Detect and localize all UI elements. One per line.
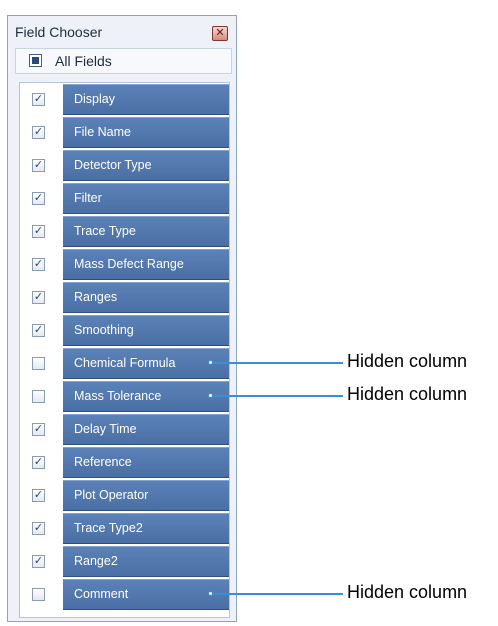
all-fields-label: All Fields [55, 53, 112, 69]
field-checkbox[interactable]: ✓ [32, 159, 45, 172]
field-row[interactable]: ✓ Trace Type [20, 215, 229, 248]
callout-line [212, 395, 343, 397]
field-row[interactable]: ✓ Plot Operator [20, 479, 229, 512]
field-label[interactable]: Trace Type [63, 216, 229, 247]
field-label[interactable]: Range2 [63, 546, 229, 577]
field-checkbox[interactable]: ✓ [32, 489, 45, 502]
field-row[interactable]: ✓ Mass Defect Range [20, 248, 229, 281]
all-fields-checkbox[interactable] [29, 54, 42, 67]
field-row[interactable]: ✓ Comment [20, 578, 229, 611]
field-row[interactable]: ✓ File Name [20, 116, 229, 149]
callout-label: Hidden column [347, 582, 468, 602]
callout-anchor [208, 360, 213, 365]
callout-label: Hidden column [347, 351, 468, 371]
field-row[interactable]: ✓ Detector Type [20, 149, 229, 182]
field-checkbox[interactable]: ✓ [32, 588, 45, 601]
field-checkbox[interactable]: ✓ [32, 258, 45, 271]
field-chooser-panel: Field Chooser ✕ All Fields ✓ Display ✓ File… [7, 15, 237, 622]
field-label[interactable]: Delay Time [63, 414, 229, 445]
field-row[interactable]: ✓ Display [20, 83, 229, 116]
callout-anchor [208, 591, 213, 596]
callout-line [212, 593, 343, 595]
panel-title: Field Chooser [15, 24, 103, 40]
callout-line [212, 362, 343, 364]
field-list: ✓ Display ✓ File Name ✓ Detector Type ✓ Filter ✓… [19, 82, 230, 618]
all-fields-row[interactable]: All Fields [15, 48, 232, 74]
field-label[interactable]: Display [63, 84, 229, 115]
field-label[interactable]: Plot Operator [63, 480, 229, 511]
callout-label: Hidden column [347, 384, 468, 404]
field-label[interactable]: Trace Type2 [63, 513, 229, 544]
field-label[interactable]: Detector Type [63, 150, 229, 181]
field-row[interactable]: ✓ Smoothing [20, 314, 229, 347]
field-checkbox[interactable]: ✓ [32, 423, 45, 436]
field-checkbox[interactable]: ✓ [32, 126, 45, 139]
field-checkbox[interactable]: ✓ [32, 291, 45, 304]
field-checkbox[interactable]: ✓ [32, 390, 45, 403]
field-checkbox[interactable]: ✓ [32, 93, 45, 106]
field-label[interactable]: Mass Defect Range [63, 249, 229, 280]
field-checkbox[interactable]: ✓ [32, 456, 45, 469]
field-checkbox[interactable]: ✓ [32, 357, 45, 370]
field-checkbox[interactable]: ✓ [32, 555, 45, 568]
close-icon[interactable]: ✕ [212, 26, 228, 41]
field-row[interactable]: ✓ Chemical Formula [20, 347, 229, 380]
field-label[interactable]: Reference [63, 447, 229, 478]
field-label[interactable]: Smoothing [63, 315, 229, 346]
field-checkbox[interactable]: ✓ [32, 522, 45, 535]
field-row[interactable]: ✓ Filter [20, 182, 229, 215]
field-label[interactable]: Mass Tolerance [63, 381, 229, 412]
field-row[interactable]: ✓ Reference [20, 446, 229, 479]
callout-anchor [208, 393, 213, 398]
field-row[interactable]: ✓ Delay Time [20, 413, 229, 446]
field-checkbox[interactable]: ✓ [32, 225, 45, 238]
field-label[interactable]: Comment [63, 579, 229, 610]
field-checkbox[interactable]: ✓ [32, 192, 45, 205]
field-checkbox[interactable]: ✓ [32, 324, 45, 337]
field-label[interactable]: Ranges [63, 282, 229, 313]
field-row[interactable]: ✓ Mass Tolerance [20, 380, 229, 413]
field-label[interactable]: Filter [63, 183, 229, 214]
field-label[interactable]: File Name [63, 117, 229, 148]
indeterminate-icon [32, 57, 39, 64]
field-row[interactable]: ✓ Ranges [20, 281, 229, 314]
field-row[interactable]: ✓ Trace Type2 [20, 512, 229, 545]
field-label[interactable]: Chemical Formula [63, 348, 229, 379]
field-row[interactable]: ✓ Range2 [20, 545, 229, 578]
